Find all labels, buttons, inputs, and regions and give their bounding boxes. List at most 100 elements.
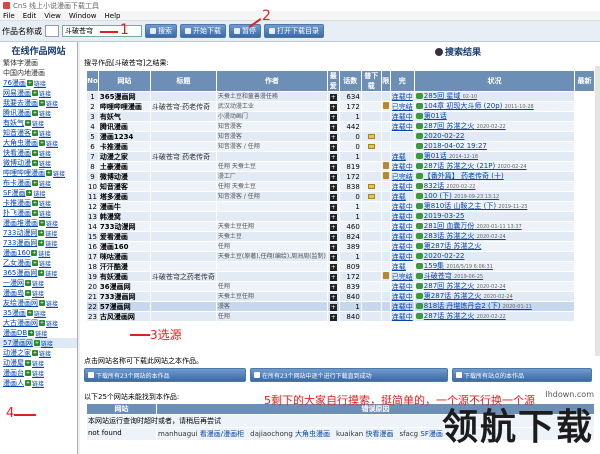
- sidebar-item-link[interactable]: 链接: [34, 309, 46, 318]
- favorite-cell[interactable]: +: [326, 141, 340, 152]
- results-scrollbar[interactable]: [595, 66, 600, 356]
- row-latest[interactable]: 104章 初现大斗师 (20p) 2011-10-28: [413, 101, 576, 112]
- add-favorite-icon[interactable]: +: [329, 143, 337, 151]
- row-status[interactable]: 连载中: [389, 291, 415, 302]
- sidebar-item-link[interactable]: 链接: [39, 349, 51, 358]
- add-favorite-icon[interactable]: +: [329, 283, 337, 291]
- download-cell[interactable]: [360, 221, 382, 232]
- menu-window[interactable]: Window: [69, 12, 97, 20]
- folder-icon[interactable]: [367, 143, 375, 149]
- sidebar-item-link[interactable]: 链接: [39, 259, 51, 268]
- add-favorite-icon[interactable]: +: [329, 303, 337, 311]
- sidebar-item-link[interactable]: 链接: [34, 79, 46, 88]
- table-row[interactable]: 5 漫画1234 知音漫客 +0 2020-02-22: [86, 131, 595, 142]
- row-site-link[interactable]: 36漫画网: [97, 281, 151, 292]
- table-row[interactable]: 2 哔哩哔哩漫画 斗破苍穹·药老传奇 武汉动漫工业 +172 已完结 104章 初现大斗师 …: [86, 101, 595, 112]
- row-site-link[interactable]: 365漫画网: [97, 91, 151, 102]
- sidebar-item[interactable]: 知音漫客 + 链接: [0, 128, 77, 138]
- row-latest[interactable]: 第810话 山鞍之主 (下) 2019-11-23: [413, 201, 576, 212]
- row-latest[interactable]: 818话 丹堪炼丹会2 (下) 2020-01-11: [413, 301, 576, 312]
- row-site-link[interactable]: 古风漫画网: [97, 311, 151, 322]
- row-latest[interactable]: 285回 星域 02-10: [413, 91, 576, 102]
- row-status[interactable]: [389, 141, 415, 152]
- table-row[interactable]: 12 漫画牛 +1 连载中 第810话 山鞍之主 (下) 2019-11-23: [86, 201, 595, 212]
- table-row[interactable]: 23 古风漫画网 任翔 +840 连载中 287话 苏湛之火 2020-02-22: [86, 311, 595, 322]
- download-all-button[interactable]: 下载所有23个网站的本作品: [84, 368, 246, 382]
- download-cell[interactable]: [360, 231, 382, 242]
- row-site-link[interactable]: 动漫之家: [97, 151, 151, 162]
- add-favorite-icon[interactable]: +: [329, 163, 337, 171]
- download-cell[interactable]: [360, 161, 382, 172]
- results-col-header[interactable]: No: [86, 70, 99, 92]
- favorite-cell[interactable]: +: [326, 91, 340, 102]
- sidebar-item-link[interactable]: 链接: [46, 219, 58, 228]
- row-site-link[interactable]: 卡推漫画: [97, 141, 151, 152]
- download-cell[interactable]: [360, 201, 382, 212]
- add-favorite-icon[interactable]: +: [329, 183, 337, 191]
- sidebar-item[interactable]: 哔哩哔哩漫画 + 链接: [0, 168, 77, 178]
- sidebar-item-link[interactable]: 链接: [38, 249, 50, 258]
- table-row[interactable]: 1 365漫画网 天蚕土豆和童善漫任務 +634 连载中 285回 星域 02-10: [86, 91, 595, 102]
- download-cell[interactable]: [360, 91, 382, 102]
- add-favorite-icon[interactable]: +: [329, 173, 337, 181]
- download-cell[interactable]: [360, 271, 382, 282]
- notfound-item[interactable]: kuaikan 快看漫画: [336, 429, 393, 439]
- download-cell[interactable]: [360, 111, 382, 122]
- sidebar-item-link[interactable]: 链接: [39, 109, 51, 118]
- row-status[interactable]: 连载中: [389, 121, 415, 132]
- add-favorite-icon[interactable]: +: [329, 223, 337, 231]
- row-status[interactable]: 连载: [389, 191, 415, 202]
- sidebar-item[interactable]: 漫画DB + 链接: [0, 328, 77, 338]
- table-row[interactable]: 4 腾讯漫画 知音漫客 +442 连载中 287回 苏湛之火 2020-02-22: [86, 121, 595, 132]
- results-col-header[interactable]: 限: [380, 70, 391, 92]
- table-row[interactable]: 17 咪咕漫画 天蚕土豆(原著),任翔(编绘),周洲周(监制) +1 连载中 2020-0…: [86, 251, 595, 262]
- download-cell[interactable]: [360, 241, 382, 252]
- favorite-cell[interactable]: +: [326, 231, 340, 242]
- row-site-link[interactable]: 哔哩哔哩漫画: [97, 101, 151, 112]
- sidebar-item-link[interactable]: 链接: [39, 209, 51, 218]
- favorite-cell[interactable]: +: [326, 161, 340, 172]
- results-col-header[interactable]: 最新: [574, 70, 595, 92]
- menu-help[interactable]: Help: [105, 12, 121, 20]
- favorite-cell[interactable]: +: [326, 111, 340, 122]
- download-cell[interactable]: [360, 181, 382, 192]
- row-latest[interactable]: 【番外篇】 药老传奇 (十): [413, 171, 576, 182]
- table-row[interactable]: 22 57漫画网 漫客 +1 连载中 818话 丹堪炼丹会2 (下) 2020-01-11: [86, 301, 595, 312]
- sidebar-item-link[interactable]: 链接: [39, 179, 51, 188]
- table-row[interactable]: 9 微博动漫 漫工厂 +172 已完结 【番外篇】 药老传奇 (十): [86, 171, 595, 182]
- table-row[interactable]: 19 有妖漫画 斗破苍穹之药老传奇 +172 已完结 斗破苍穹 2019-06-25: [86, 271, 595, 282]
- sidebar-item-link[interactable]: 链接: [39, 149, 51, 158]
- sidebar-item[interactable]: 乙女漫画 + 链接: [0, 258, 77, 268]
- sidebar-item-link[interactable]: 链接: [53, 169, 65, 178]
- sidebar-item[interactable]: 繁体字漫画: [0, 58, 77, 68]
- row-latest[interactable]: 2020-02-22: [413, 131, 576, 142]
- add-favorite-icon[interactable]: +: [329, 113, 337, 121]
- row-latest[interactable]: 832话 2020-02-22: [413, 181, 576, 192]
- row-latest[interactable]: 2020-02-22: [413, 251, 576, 262]
- add-favorite-icon[interactable]: +: [329, 213, 337, 221]
- row-site-link[interactable]: 有妖气: [97, 111, 151, 122]
- search-button[interactable]: 搜索: [145, 24, 177, 38]
- row-status[interactable]: 连载中: [389, 111, 415, 122]
- sidebar-item[interactable]: 动漫屋 + 链接: [0, 358, 77, 368]
- sidebar-item[interactable]: 我要去漫画 + 链接: [0, 98, 77, 108]
- row-latest[interactable]: 斗破苍穹 2019-06-25: [413, 271, 576, 282]
- add-favorite-icon[interactable]: +: [329, 193, 337, 201]
- table-row[interactable]: 15 爱看漫画 天蚕土豆 +824 连载中 283话 苏湛之火 2020-02-24: [86, 231, 595, 242]
- favorite-cell[interactable]: +: [326, 211, 340, 222]
- sidebar-item-link[interactable]: 链接: [39, 199, 51, 208]
- folder-icon[interactable]: [367, 133, 375, 139]
- sidebar-item-link[interactable]: 链接: [32, 119, 44, 128]
- sidebar-item[interactable]: 友绘漫画网 + 链接: [0, 298, 77, 308]
- table-row[interactable]: 16 漫画160 任翔 +389 连载中 第287话 苏湛之火: [86, 241, 595, 252]
- row-site-link[interactable]: 塔多漫画: [97, 191, 151, 202]
- download-cell[interactable]: [360, 151, 382, 162]
- results-col-header[interactable]: 最爱: [326, 70, 340, 92]
- sidebar-item[interactable]: 733动漫网 + 链接: [0, 228, 77, 238]
- folder-icon[interactable]: [367, 183, 375, 189]
- table-row[interactable]: 14 733动漫网 天蚕土豆任翔 +460 连载中 281回 血囊万份 2020-01-1…: [86, 221, 595, 232]
- search-type-picker[interactable]: [45, 25, 59, 37]
- add-favorite-icon[interactable]: +: [329, 243, 337, 251]
- sidebar-item[interactable]: 漫画160 + 链接: [0, 248, 77, 258]
- row-status[interactable]: 连载: [389, 261, 415, 272]
